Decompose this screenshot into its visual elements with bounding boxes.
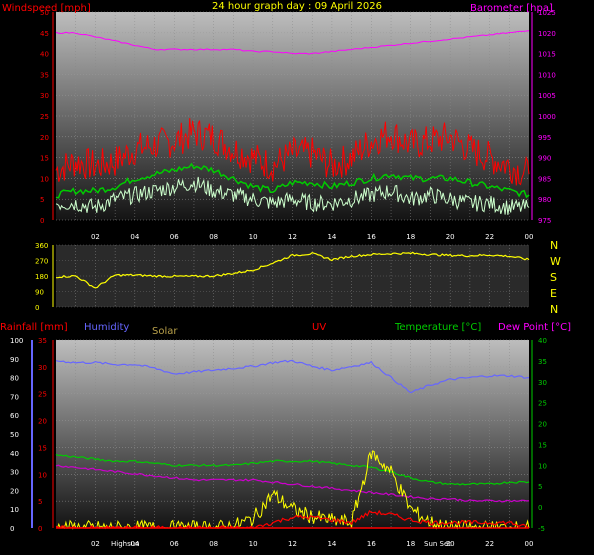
direction-tick-label: 0 xyxy=(35,304,39,312)
temperature-tick-label: 15 xyxy=(538,441,547,449)
temperature-tick-label: 10 xyxy=(538,462,547,470)
humidity-tick-label: 50 xyxy=(10,431,19,439)
rainfall-tick-label: 0 xyxy=(38,525,42,533)
climate-x-tick-label: 16 xyxy=(367,540,376,548)
humidity-tick-label: 20 xyxy=(10,487,19,495)
windspeed-tick-label: 10 xyxy=(40,175,49,183)
rainfall-tick-label: 15 xyxy=(38,444,47,452)
temperature-tick-label: 0 xyxy=(538,504,542,512)
wind-x-tick-label: 14 xyxy=(327,233,336,241)
rainfall-tick-label: 30 xyxy=(38,364,47,372)
temperature-tick-label: 20 xyxy=(538,421,547,429)
rainfall-axis-title: Rainfall [mm] xyxy=(0,322,68,333)
windspeed-tick-label: 45 xyxy=(40,30,49,38)
windspeed-tick-label: 30 xyxy=(40,92,49,100)
climate-x-tick-label: 00 xyxy=(525,540,534,548)
rainfall-tick-label: 35 xyxy=(38,337,47,345)
climate-x-tick-label: 18 xyxy=(406,540,415,548)
humidity-tick-label: 30 xyxy=(10,469,19,477)
uv-legend: UV xyxy=(312,322,326,333)
climate-x-tick-label: 14 xyxy=(327,540,336,548)
compass-label-w: W xyxy=(550,255,561,268)
direction-tick-label: 360 xyxy=(35,242,48,250)
barometer-tick-label: 990 xyxy=(538,155,551,163)
wind-x-tick-label: 02 xyxy=(91,233,100,241)
humidity-tick-label: 0 xyxy=(10,525,14,533)
solar-legend: Solar xyxy=(152,326,178,337)
rainfall-tick-label: 10 xyxy=(38,471,47,479)
humidity-tick-label: 10 xyxy=(10,506,19,514)
direction-tick-label: 180 xyxy=(35,273,48,281)
barometer-tick-label: 1020 xyxy=(538,30,556,38)
windspeed-tick-label: 25 xyxy=(40,113,49,121)
barometer-tick-label: 1010 xyxy=(538,71,556,79)
compass-label-s: S xyxy=(550,271,557,284)
climate-x-tick-label: 06 xyxy=(170,540,179,548)
wind-x-tick-label: 08 xyxy=(209,233,218,241)
compass-label-n-bottom: N xyxy=(550,303,558,316)
wind-x-tick-label: 12 xyxy=(288,233,297,241)
temperature-tick-label: 25 xyxy=(538,400,547,408)
temperature-tick-label: 35 xyxy=(538,358,547,366)
temperature-tick-label: 30 xyxy=(538,379,547,387)
compass-label-n-top: N xyxy=(550,239,558,252)
wind-x-tick-label: 22 xyxy=(485,233,494,241)
barometer-tick-label: 1000 xyxy=(538,113,556,121)
wind-x-tick-label: 00 xyxy=(525,233,534,241)
barometer-tick-label: 980 xyxy=(538,196,551,204)
humidity-tick-label: 60 xyxy=(10,412,19,420)
climate-x-tick-label: 12 xyxy=(288,540,297,548)
direction-tick-label: 90 xyxy=(35,289,44,297)
humidity-tick-label: 100 xyxy=(10,337,23,345)
chart-title: 24 hour graph day : 09 April 2026 xyxy=(212,1,382,12)
dewpoint-legend: Dew Point [°C] xyxy=(498,322,571,333)
highsun-marker: Highsun xyxy=(111,540,140,548)
climate-x-tick-label: 08 xyxy=(209,540,218,548)
windspeed-axis-title: Windspeed [mph] xyxy=(2,3,91,14)
barometer-axis-title: Barometer [hpa] xyxy=(470,3,553,14)
climate-x-tick-label: 02 xyxy=(91,540,100,548)
temperature-tick-label: -5 xyxy=(538,525,545,533)
humidity-tick-label: 40 xyxy=(10,450,19,458)
windspeed-tick-label: 0 xyxy=(40,217,44,225)
climate-x-tick-label: 22 xyxy=(485,540,494,548)
sunset-marker: Sun Set xyxy=(424,540,451,548)
humidity-tick-label: 90 xyxy=(10,356,19,364)
wind-x-tick-label: 04 xyxy=(130,233,139,241)
wind-x-tick-label: 20 xyxy=(446,233,455,241)
wind-x-tick-label: 18 xyxy=(406,233,415,241)
rainfall-tick-label: 5 xyxy=(38,498,42,506)
windspeed-tick-label: 15 xyxy=(40,155,49,163)
rainfall-tick-label: 25 xyxy=(38,391,47,399)
humidity-legend: Humidity xyxy=(84,322,129,333)
windspeed-tick-label: 5 xyxy=(40,196,44,204)
humidity-tick-label: 70 xyxy=(10,393,19,401)
weather-graph-svg: 0510152025303540455097598098599099510001… xyxy=(0,1,571,548)
temperature-tick-label: 40 xyxy=(538,337,547,345)
wind-x-tick-label: 06 xyxy=(170,233,179,241)
barometer-tick-label: 985 xyxy=(538,175,551,183)
direction-tick-label: 270 xyxy=(35,258,48,266)
rainfall-tick-label: 20 xyxy=(38,418,47,426)
wind-x-tick-label: 10 xyxy=(249,233,258,241)
temperature-tick-label: 5 xyxy=(538,483,542,491)
humidity-tick-label: 80 xyxy=(10,375,19,383)
barometer-tick-label: 1005 xyxy=(538,92,556,100)
windspeed-tick-label: 40 xyxy=(40,51,49,59)
windspeed-tick-label: 20 xyxy=(40,134,49,142)
weather-graph: 0 5 10 15 20 25 30 35 40 45 50 975 980 985 990 995 1000 1… xyxy=(0,0,594,555)
wind-x-tick-label: 16 xyxy=(367,233,376,241)
temperature-legend: Temperature [°C] xyxy=(394,322,481,333)
barometer-tick-label: 1015 xyxy=(538,51,556,59)
climate-x-tick-label: 10 xyxy=(249,540,258,548)
windspeed-tick-label: 35 xyxy=(40,71,49,79)
barometer-tick-label: 995 xyxy=(538,134,551,142)
barometer-tick-label: 975 xyxy=(538,217,551,225)
compass-label-e: E xyxy=(550,287,557,300)
